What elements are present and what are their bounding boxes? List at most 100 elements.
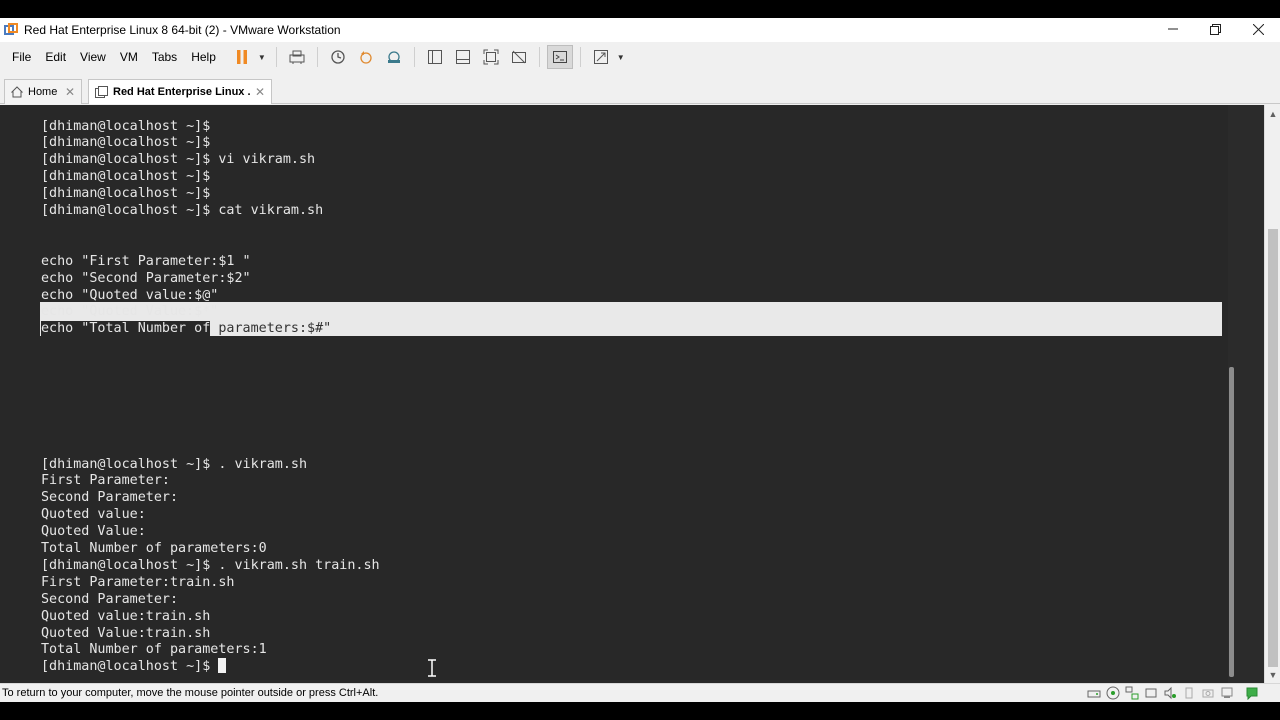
revert-snapshot-button[interactable] [353,45,379,69]
terminal-line: [dhiman@localhost ~]$ [41,169,211,185]
close-icon [1253,23,1264,35]
thumbnail-bar-button[interactable] [450,45,476,69]
host-scrollbar-thumb[interactable] [1268,229,1278,667]
sound-icon[interactable] [1162,686,1178,700]
full-screen-icon [483,49,499,65]
tab-bar: Home ✕ Red Hat Enterprise Linux ... ✕ [0,74,1280,104]
send-ctrl-alt-del-button[interactable] [284,45,310,69]
minimize-icon [1167,28,1178,30]
toolbar-separator [579,47,581,67]
full-screen-button[interactable] [478,45,504,69]
window-title: Red Hat Enterprise Linux 8 64-bit (2) - … [24,23,341,37]
menu-file[interactable]: File [5,46,38,68]
show-library-button[interactable] [422,45,448,69]
vmware-logo-icon [4,23,18,37]
terminal-line: echo "First Parameter:$1 " [41,253,251,269]
terminal-cursor [218,658,227,674]
scroll-up-icon[interactable]: ▲ [1265,105,1280,122]
scroll-down-icon[interactable]: ▼ [1265,666,1280,683]
thumbnail-bar-icon [455,50,470,64]
toolbar-separator [316,47,318,67]
tab-home[interactable]: Home ✕ [4,79,82,104]
terminal-line: [dhiman@localhost ~]$ cat vikram.sh [41,203,324,218]
terminal-line: [dhiman@localhost ~]$ . vikram.sh train.… [41,557,380,573]
unity-button[interactable] [506,45,532,69]
terminal-line: [dhiman@localhost ~]$ [41,135,211,151]
terminal-line: echo "Total Number of parameters:$#" [41,321,332,337]
cd-dvd-icon[interactable] [1105,686,1121,700]
status-message: To return to your computer, move the mou… [2,687,379,699]
message-icon[interactable] [1244,686,1260,700]
toolbar-separator [413,47,415,67]
terminal-line: [dhiman@localhost ~]$ . vikram.sh [41,456,308,472]
terminal-line: [dhiman@localhost ~]$ [41,658,227,675]
guest-scrollbar-thumb[interactable] [1229,367,1234,677]
terminal-line: Quoted value:train.sh [41,608,211,624]
device-icons [1086,686,1260,700]
terminal-line: [dhiman@localhost ~]$ [41,118,211,134]
menu-tabs[interactable]: Tabs [145,46,184,68]
restore-button[interactable] [1194,18,1237,40]
text-cursor-icon [428,659,436,677]
terminal-line: Total Number of parameters:1 [41,642,267,658]
snapshot-manager-icon [387,51,400,63]
snapshot-manager-button[interactable] [381,45,407,69]
title-bar[interactable]: Red Hat Enterprise Linux 8 64-bit (2) - … [0,18,1280,42]
menu-help[interactable]: Help [184,46,223,68]
terminal-line: Total Number of parameters:0 [41,541,267,556]
menu-view[interactable]: View [73,46,113,68]
pause-icon [236,50,247,64]
vmware-window: Red Hat Enterprise Linux 8 64-bit (2) - … [0,18,1280,702]
printer-icon[interactable] [1181,686,1197,700]
tab-vm-label: Red Hat Enterprise Linux ... [113,86,251,98]
show-library-icon [427,50,442,64]
terminal-line: Second Parameter: [41,490,179,506]
stretch-guest-icon [593,50,608,64]
snapshot-button[interactable] [325,45,351,69]
vm-console[interactable]: [dhiman@localhost ~]$ [dhiman@localhost ~… [0,105,1264,683]
guest-scrollbar[interactable] [1228,105,1264,683]
terminal-line: First Parameter: [41,473,170,489]
usb-icon[interactable] [1143,686,1159,700]
terminal-line: echo "Second Parameter:$2" [41,270,251,286]
terminal-line: Quoted value: [41,507,146,523]
console-view-icon [552,51,567,63]
snapshot-icon [331,50,345,64]
power-dropdown[interactable]: ▼ [258,53,266,62]
video-letterbox-bottom [0,702,1280,720]
terminal-line: Second Parameter: [41,591,179,607]
tab-close-icon[interactable]: ✕ [255,85,265,99]
toolbar-separator [275,47,277,67]
console-view-button[interactable] [546,45,573,69]
home-icon [11,86,23,98]
menu-vm[interactable]: VM [113,46,145,68]
terminal-line: [dhiman@localhost ~]$ [41,186,211,202]
hard-disk-icon[interactable] [1086,686,1102,700]
menu-edit[interactable]: Edit [38,46,73,68]
vm-tab-icon [95,85,108,98]
terminal-line: Quoted Value:train.sh [41,625,211,641]
terminal-line: First Parameter:train.sh [41,574,235,590]
terminal-line: [dhiman@localhost ~]$ vi vikram.sh [41,152,316,168]
close-button[interactable] [1237,18,1280,40]
pause-button[interactable] [229,45,255,69]
tab-vm[interactable]: Red Hat Enterprise Linux ... ✕ [88,79,272,104]
restore-icon [1210,23,1221,35]
terminal-line: echo "Quoted value:$@" [41,287,219,303]
tab-close-icon[interactable]: ✕ [65,85,75,99]
unity-icon [511,50,526,64]
menu-toolbar: File Edit View VM Tabs Help ▼ ▼ [0,42,1280,72]
display-icon[interactable] [1219,686,1235,700]
minimize-button[interactable] [1151,18,1194,40]
host-scrollbar[interactable]: ▲ ▼ [1264,105,1280,683]
camera-icon[interactable] [1200,686,1216,700]
stretch-guest-button[interactable] [588,45,614,69]
terminal-area[interactable]: [dhiman@localhost ~]$ [dhiman@localhost ~… [0,105,1228,683]
toolbar-separator [538,47,540,67]
stretch-dropdown[interactable]: ▼ [617,53,625,62]
video-letterbox-top [0,0,1280,18]
network-icon[interactable] [1124,686,1140,700]
terminal-line: Quoted Value: [41,524,146,540]
revert-snapshot-icon [360,51,372,64]
send-ctrl-alt-del-icon [289,50,305,64]
